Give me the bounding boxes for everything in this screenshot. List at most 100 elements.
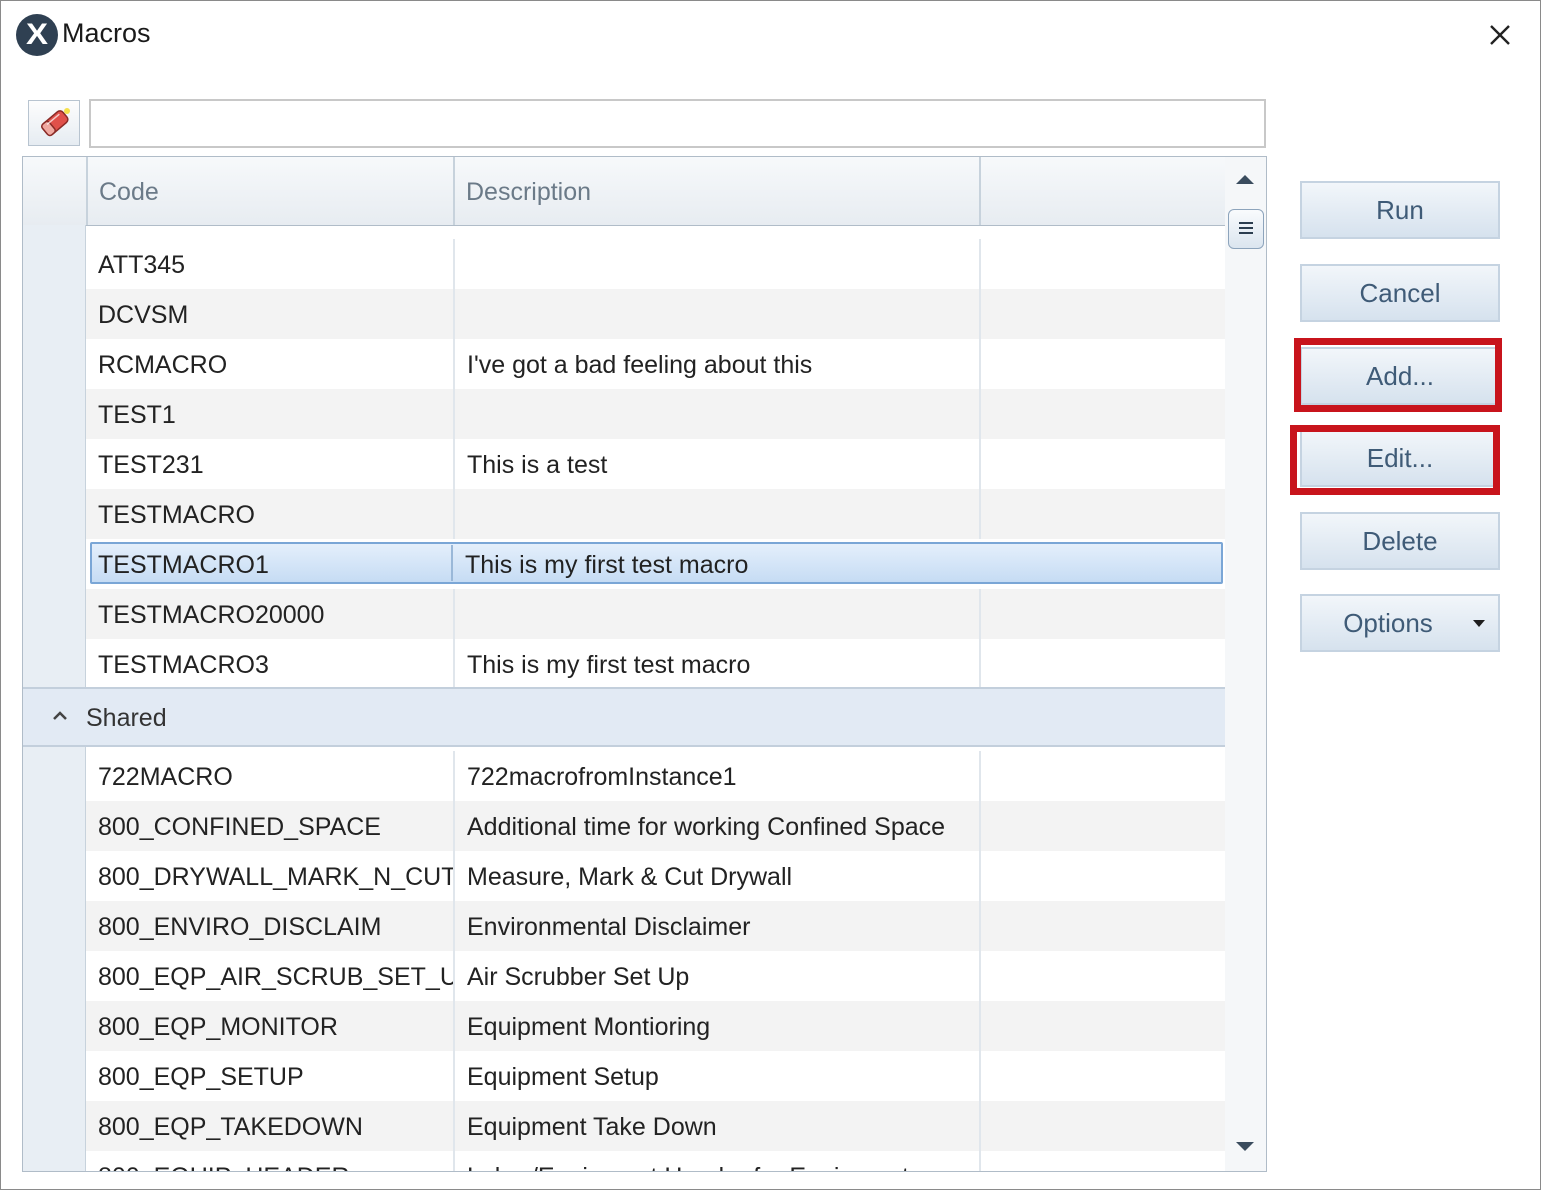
cell-description: [453, 489, 979, 539]
cell-description: Equipment Take Down: [453, 1101, 979, 1151]
edit-button[interactable]: Edit...: [1300, 429, 1500, 487]
table-row[interactable]: 800_EQP_TAKEDOWN Equipment Take Down: [86, 1101, 1225, 1151]
add-button[interactable]: Add...: [1300, 347, 1500, 405]
clear-filter-button[interactable]: [28, 100, 80, 146]
eraser-icon: [41, 108, 70, 137]
cell-extra: [979, 851, 1225, 901]
table-row[interactable]: TESTMACRO20000: [86, 589, 1225, 639]
group-header-shared[interactable]: Shared: [23, 687, 1225, 747]
table-row[interactable]: 800_EQUIP_HEADER Labor/Equipment Header …: [86, 1151, 1225, 1171]
cell-code: ATT345: [98, 251, 186, 279]
cell-code: TESTMACRO20000: [98, 601, 325, 629]
table-row[interactable]: DCVSM: [86, 289, 1225, 339]
cell-extra: [979, 951, 1225, 1001]
table-row[interactable]: TEST231 This is a test: [86, 439, 1225, 489]
table-row[interactable]: TEST1: [86, 389, 1225, 439]
cell-code: RCMACRO: [98, 351, 228, 379]
table-row-selected[interactable]: TESTMACRO1 This is my first test macro: [86, 539, 1225, 589]
cell-extra: [979, 751, 1225, 801]
cell-code: 800_EQP_TAKEDOWN: [98, 1113, 363, 1141]
cell-description: Environmental Disclaimer: [453, 901, 979, 951]
cell-extra: [979, 389, 1225, 439]
cell-extra: [979, 1151, 1225, 1171]
cell-description: Equipment Setup: [453, 1051, 979, 1101]
cell-extra: [979, 639, 1225, 689]
table-row[interactable]: TESTMACRO3 This is my first test macro: [86, 639, 1225, 689]
cell-description: This is a test: [453, 439, 979, 489]
cell-code: TESTMACRO: [98, 501, 255, 529]
cell-description: This is my first test macro: [453, 639, 979, 689]
options-label: Options: [1343, 608, 1433, 638]
group-label: Shared: [86, 704, 167, 732]
table-row[interactable]: ATT345: [86, 239, 1225, 289]
cell-code: 800_EQP_SETUP: [98, 1063, 304, 1091]
scroll-thumb[interactable]: [1228, 209, 1264, 249]
cell-description: This is my first test macro: [465, 551, 749, 579]
cell-description: Air Scrubber Set Up: [453, 951, 979, 1001]
table-row[interactable]: RCMACRO I've got a bad feeling about thi…: [86, 339, 1225, 389]
table-row[interactable]: 800_CONFINED_SPACE Additional time for w…: [86, 801, 1225, 851]
cell-description: [453, 289, 979, 339]
macros-grid: Code Description ATT345 DCVSM RCMACRO I'…: [22, 156, 1267, 1172]
close-icon: [1490, 25, 1510, 45]
delete-button[interactable]: Delete: [1300, 512, 1500, 570]
cell-extra: [979, 901, 1225, 951]
chevron-up-icon[interactable]: [51, 709, 69, 721]
cell-extra: [979, 239, 1225, 289]
cell-code: TESTMACRO3: [98, 651, 269, 679]
cell-code: TESTMACRO1: [86, 539, 453, 589]
column-header-code[interactable]: Code: [86, 157, 453, 225]
cell-code: 800_EQP_MONITOR: [98, 1013, 338, 1041]
cell-extra: [979, 1001, 1225, 1051]
table-row[interactable]: 722MACRO 722macrofromInstance1: [86, 751, 1225, 801]
table-row[interactable]: 800_EQP_MONITOR Equipment Montioring: [86, 1001, 1225, 1051]
vertical-scrollbar[interactable]: [1225, 157, 1266, 1171]
cell-description: [453, 589, 979, 639]
cell-code: 800_ENVIRO_DISCLAIM: [98, 913, 382, 941]
cell-description: Measure, Mark & Cut Drywall: [453, 851, 979, 901]
cell-extra: [979, 439, 1225, 489]
table-row[interactable]: 800_EQP_SETUP Equipment Setup: [86, 1051, 1225, 1101]
cell-extra: [979, 539, 1225, 589]
shared-macro-rows: 722MACRO 722macrofromInstance1 800_CONFI…: [86, 751, 1225, 1171]
cell-code: TEST231: [98, 451, 204, 479]
cell-description: [453, 389, 979, 439]
cell-extra: [979, 801, 1225, 851]
cell-description: Labor/Equipment Header for Equipment: [453, 1151, 979, 1171]
run-button[interactable]: Run: [1300, 181, 1500, 239]
grid-header: Code Description: [23, 157, 1225, 226]
cell-description: 722macrofromInstance1: [453, 751, 979, 801]
cell-extra: [979, 289, 1225, 339]
cell-code: 800_CONFINED_SPACE: [98, 813, 381, 841]
cell-code: TEST1: [98, 401, 176, 429]
column-header-extra[interactable]: [979, 157, 1225, 225]
close-button[interactable]: [1478, 14, 1522, 58]
table-row[interactable]: 800_DRYWALL_MARK_N_CUT Measure, Mark & C…: [86, 851, 1225, 901]
options-dropdown-button[interactable]: Options: [1300, 594, 1500, 652]
cancel-button[interactable]: Cancel: [1300, 264, 1500, 322]
cell-code: 800_DRYWALL_MARK_N_CUT: [98, 863, 453, 891]
table-row[interactable]: TESTMACRO: [86, 489, 1225, 539]
scroll-down-arrow-icon[interactable]: [1235, 1141, 1255, 1153]
grip-icon: [1239, 222, 1253, 234]
cell-extra: [979, 1101, 1225, 1151]
table-row[interactable]: 800_ENVIRO_DISCLAIM Environmental Discla…: [86, 901, 1225, 951]
cell-extra: [979, 339, 1225, 389]
macro-rows: ATT345 DCVSM RCMACRO I've got a bad feel…: [86, 239, 1225, 689]
cell-extra: [979, 1051, 1225, 1101]
table-row[interactable]: 800_EQP_AIR_SCRUB_SET_UP Air Scrubber Se…: [86, 951, 1225, 1001]
cell-description: Equipment Montioring: [453, 1001, 979, 1051]
cell-code: 800_EQP_AIR_SCRUB_SET_UP: [98, 963, 453, 991]
cell-description: Additional time for working Confined Spa…: [453, 801, 979, 851]
cell-code: DCVSM: [98, 301, 189, 329]
cell-extra: [979, 589, 1225, 639]
caret-down-icon: [1473, 620, 1485, 627]
column-header-description[interactable]: Description: [453, 157, 979, 225]
app-logo-icon: X: [16, 14, 58, 56]
filter-input[interactable]: [89, 99, 1266, 148]
cell-code: 800_EQUIP_HEADER: [86, 1151, 453, 1171]
scroll-up-arrow-icon[interactable]: [1235, 173, 1255, 185]
cell-code: 722MACRO: [98, 763, 233, 791]
cell-description: [453, 239, 979, 289]
cell-description: I've got a bad feeling about this: [453, 339, 979, 389]
